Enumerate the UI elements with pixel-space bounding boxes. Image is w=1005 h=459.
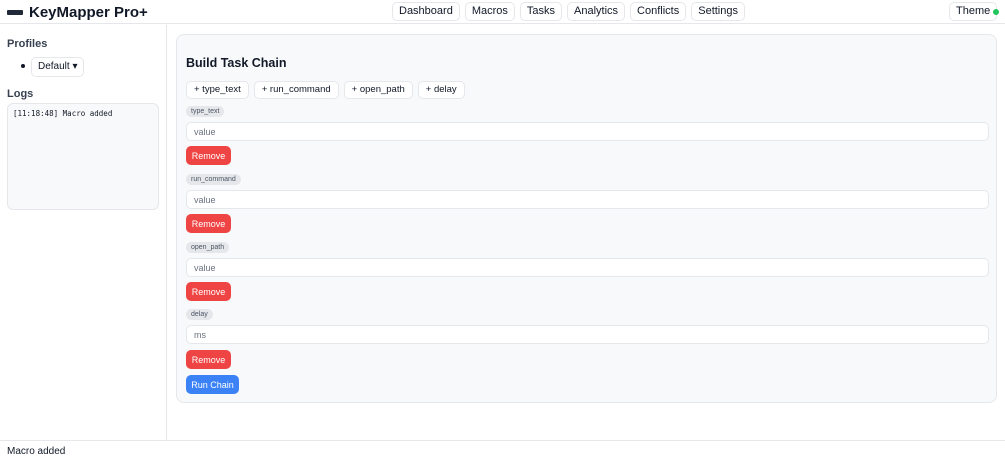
log-entry: [11:18:48] Macro added xyxy=(13,109,113,118)
add-run-command-button[interactable]: + run_command xyxy=(253,81,339,99)
step-type-badge: type_text xyxy=(186,106,225,117)
remove-step-button[interactable]: Remove xyxy=(186,214,231,233)
nav-analytics[interactable]: Analytics xyxy=(567,2,626,21)
page-title: Build Task Chain xyxy=(186,56,287,70)
step-value-input[interactable] xyxy=(186,122,989,141)
profiles-heading: Profiles xyxy=(7,38,48,50)
nav-macros[interactable]: Macros xyxy=(464,2,515,21)
log-panel: [11:18:48] Macro added xyxy=(7,103,159,210)
task-chain-builder: Build Task Chain + type_text + run_comma… xyxy=(176,34,997,403)
remove-step-button[interactable]: Remove xyxy=(186,146,231,165)
remove-step-button[interactable]: Remove xyxy=(186,350,231,369)
status-text: Macro added xyxy=(7,446,66,457)
brand: KeyMapper Pro+ xyxy=(7,3,148,21)
add-delay-button[interactable]: + delay xyxy=(417,81,465,99)
nav-conflicts[interactable]: Conflicts xyxy=(630,2,687,21)
step-type-badge: open_path xyxy=(186,242,230,253)
add-step-toolbar: + type_text + run_command + open_path + … xyxy=(186,81,465,99)
nav-tasks[interactable]: Tasks xyxy=(519,2,563,21)
run-chain-button[interactable]: Run Chain xyxy=(186,375,239,394)
main-nav: Dashboard Macros Tasks Analytics Conflic… xyxy=(392,2,745,21)
bullet-icon xyxy=(21,64,25,68)
status-indicator-icon xyxy=(993,9,999,15)
app-title: KeyMapper Pro+ xyxy=(29,3,148,21)
status-bar: Macro added xyxy=(0,440,1005,459)
theme-toggle-button[interactable]: Theme xyxy=(949,2,998,21)
nav-dashboard[interactable]: Dashboard xyxy=(392,2,460,21)
remove-step-button[interactable]: Remove xyxy=(186,282,231,301)
logs-heading: Logs xyxy=(7,88,34,100)
top-bar: KeyMapper Pro+ Dashboard Macros Tasks An… xyxy=(0,0,1005,24)
add-type-text-button[interactable]: + type_text xyxy=(186,81,249,99)
step-type-badge: delay xyxy=(186,309,213,320)
profile-select[interactable]: Default ▾ xyxy=(31,57,85,77)
nav-settings[interactable]: Settings xyxy=(691,2,745,21)
step-delay-input[interactable] xyxy=(186,325,989,344)
step-value-input[interactable] xyxy=(186,258,989,277)
sidebar: Profiles Default ▾ Logs [11:18:48] Macro… xyxy=(0,25,167,440)
keyboard-icon xyxy=(7,9,23,15)
step-value-input[interactable] xyxy=(186,190,989,209)
step-type-badge: run_command xyxy=(186,174,241,185)
add-open-path-button[interactable]: + open_path xyxy=(343,81,413,99)
